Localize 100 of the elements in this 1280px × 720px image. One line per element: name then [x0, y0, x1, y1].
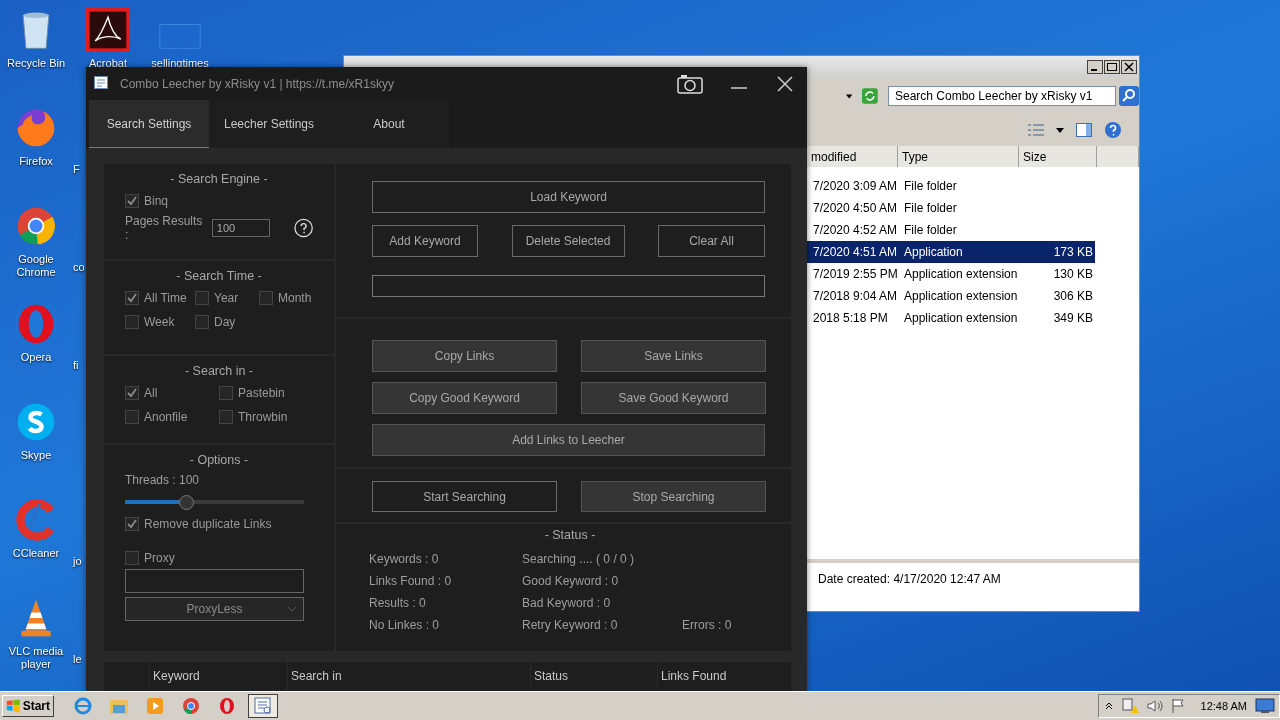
search-button[interactable]: Stop Searching: [581, 481, 766, 512]
checkbox[interactable]: Month: [259, 291, 319, 305]
icon-label: Recycle Bin: [5, 57, 67, 70]
chevron-up-icon[interactable]: [1104, 702, 1113, 710]
table-cell-text: File folder: [903, 179, 958, 193]
clock[interactable]: 12:48 AM: [1200, 700, 1247, 712]
pages-field[interactable]: 100: [211, 219, 270, 237]
play-icon: [146, 697, 164, 715]
status-text: Searching .... ( 0 / 0 ): [522, 552, 636, 566]
table-cell-text: 2018 5:18 PM: [812, 311, 889, 325]
file-row[interactable]: 7/2020 4:52 AM File folder: [807, 219, 1095, 241]
checkbox[interactable]: Week: [125, 315, 195, 329]
proxy-dropdown[interactable]: ProxyLess: [125, 597, 304, 621]
search-field[interactable]: Search Combo Leecher by xRisky v1: [888, 86, 1116, 106]
preview-pane-icon[interactable]: [1076, 123, 1092, 137]
link-button[interactable]: Save Links: [581, 340, 766, 372]
table-cell-text: 7/2020 3:09 AM: [812, 179, 898, 193]
table-cell-text: File folder: [903, 201, 958, 215]
section-heading: - Options -: [188, 453, 250, 467]
volume-icon[interactable]: [1146, 699, 1163, 713]
status-text: Good Keyword : 0: [522, 574, 620, 588]
status-text: Errors : 0: [682, 618, 733, 632]
close-icon[interactable]: [1121, 60, 1137, 74]
app-icon: [253, 697, 273, 715]
checkbox[interactable]: Year: [195, 291, 259, 305]
icon-label: Firefox: [18, 155, 54, 168]
taskbar-button[interactable]: [248, 694, 278, 718]
link-button[interactable]: Copy Links: [372, 340, 557, 372]
file-row[interactable]: 7/2020 4:50 AM File folder: [807, 197, 1095, 219]
status-text: Results : 0: [369, 596, 427, 610]
table-cell-text: 7/2018 9:04 AM: [812, 289, 898, 303]
file-row[interactable]: 2018 5:18 PM Application extension 349 KB: [807, 307, 1095, 329]
check-icon: [127, 196, 137, 206]
file-row[interactable]: 7/2020 4:51 AM Application 173 KB: [807, 241, 1095, 263]
table-cell-text: 349 KB: [1052, 311, 1094, 325]
table-cell-text: 7/2020 4:51 AM: [812, 245, 898, 259]
status-text: No Linkes : 0: [369, 618, 441, 632]
table-cell-text: 306 KB: [1052, 289, 1094, 303]
details-text: Date created: 4/17/2020 12:47 AM: [818, 572, 1001, 586]
check-icon: [127, 388, 137, 398]
acrobat-icon[interactable]: [86, 8, 130, 52]
checkbox[interactable]: All Time: [125, 291, 195, 305]
caret-icon[interactable]: [1056, 127, 1064, 133]
status-text: Keywords : 0: [369, 552, 440, 566]
icon-label: Opera: [19, 351, 53, 364]
status-text: Links Found : 0: [369, 574, 453, 588]
keyword-button[interactable]: Clear All: [658, 225, 765, 257]
check-icon: [127, 293, 137, 303]
show-desktop-icon[interactable]: [1255, 698, 1275, 714]
file-row[interactable]: 7/2020 3:09 AM File folder: [807, 175, 1095, 197]
maximize-icon[interactable]: [1104, 60, 1120, 74]
checkbox[interactable]: Proxy: [125, 551, 313, 565]
caret-icon: [287, 605, 297, 613]
table-cell-text: Application: [903, 245, 964, 259]
link-button[interactable]: Save Good Keyword: [581, 382, 766, 414]
windows-logo-icon: [6, 698, 21, 714]
search-icon[interactable]: [1119, 86, 1139, 106]
minimize-icon[interactable]: [1087, 60, 1103, 74]
opera-icon: [219, 697, 235, 715]
table-cell-text: File folder: [903, 223, 958, 237]
file-row[interactable]: 7/2019 2:55 PM Application extension 130 KB: [807, 263, 1095, 285]
help-icon[interactable]: [293, 218, 313, 238]
internet-explorer-icon: [73, 696, 93, 716]
load-keyword-button[interactable]: Load Keyword: [372, 181, 765, 213]
camera-icon[interactable]: [677, 73, 703, 94]
flag-icon[interactable]: [1170, 698, 1185, 714]
status-text: Bad Keyword : 0: [522, 596, 612, 610]
link-button[interactable]: Copy Good Keyword: [372, 382, 557, 414]
icon-label: fi: [73, 359, 79, 372]
check-icon: [127, 519, 137, 529]
tab[interactable]: Search Settings: [89, 100, 209, 148]
field-label: Pages Results :: [125, 214, 204, 242]
checkbox[interactable]: Day: [195, 315, 259, 329]
folder-icon: [109, 697, 129, 715]
checkbox[interactable]: Anonfile: [125, 410, 219, 424]
checkbox[interactable]: Remove duplicate Links: [125, 517, 313, 531]
icon-label: F: [73, 163, 80, 176]
slider-thumb[interactable]: [178, 495, 194, 510]
search-button[interactable]: Start Searching: [372, 481, 557, 512]
add-links-button[interactable]: Add Links to Leecher: [372, 424, 765, 456]
icon-label: Acrobat: [88, 57, 128, 70]
icon-label: le: [73, 653, 82, 666]
keyword-button[interactable]: Delete Selected: [511, 225, 625, 257]
checkbox[interactable]: Binq: [125, 194, 313, 208]
proxy-field[interactable]: [125, 569, 304, 593]
checkbox[interactable]: Pastebin: [219, 386, 309, 400]
table-cell-text: 7/2020 4:50 AM: [812, 201, 898, 215]
network-warning-icon[interactable]: [1120, 698, 1139, 714]
start-button[interactable]: Start: [2, 695, 54, 717]
checkbox[interactable]: All: [125, 386, 219, 400]
checkbox[interactable]: Throwbin: [219, 410, 309, 424]
file-row[interactable]: 7/2018 9:04 AM Application extension 306 KB: [807, 285, 1095, 307]
keyword-button[interactable]: Add Keyword: [372, 225, 478, 257]
icon-label: Google Chrome: [15, 253, 57, 279]
table-cell-text: 130 KB: [1052, 267, 1094, 281]
refresh-icon[interactable]: [862, 86, 878, 106]
chrome-icon: [182, 697, 200, 715]
icon-label: co: [73, 261, 85, 274]
caret-icon[interactable]: [846, 93, 853, 99]
table-cell-text: Application extension: [903, 267, 1019, 281]
